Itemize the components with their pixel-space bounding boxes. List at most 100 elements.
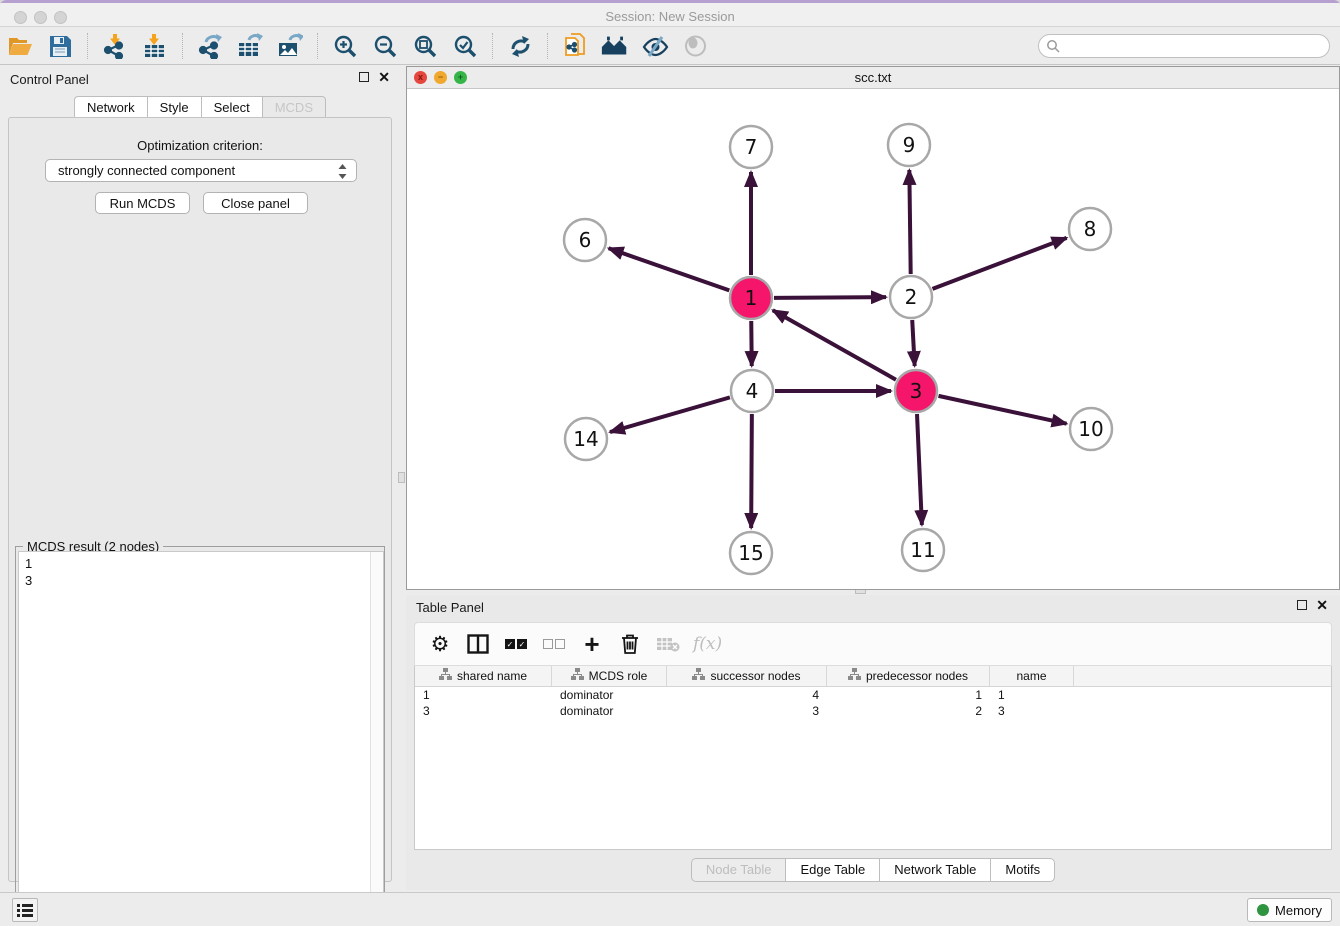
column-label: predecessor nodes bbox=[866, 669, 968, 683]
table-tab-edge-table[interactable]: Edge Table bbox=[785, 858, 879, 882]
graph-node-7[interactable]: 7 bbox=[730, 126, 772, 168]
node-label: 15 bbox=[738, 541, 763, 565]
close-table-panel-icon[interactable]: ✕ bbox=[1316, 600, 1328, 610]
show-columns-icon[interactable] bbox=[465, 631, 491, 657]
delete-rows-icon[interactable] bbox=[617, 631, 643, 657]
import-network-icon[interactable] bbox=[100, 32, 130, 60]
graph-node-15[interactable]: 15 bbox=[730, 532, 772, 574]
table-cell[interactable]: 1 bbox=[990, 687, 1074, 703]
table-tab-network-table[interactable]: Network Table bbox=[879, 858, 990, 882]
table-cell[interactable]: dominator bbox=[552, 703, 667, 719]
select-all-icon[interactable]: ✓✓ bbox=[503, 631, 529, 657]
table-row[interactable]: 3dominator323 bbox=[415, 703, 1331, 719]
column-label: MCDS role bbox=[589, 669, 648, 683]
edge-2-9[interactable] bbox=[909, 170, 910, 274]
column-header-name[interactable]: name bbox=[990, 666, 1074, 686]
memory-button[interactable]: Memory bbox=[1247, 898, 1332, 922]
clone-network-icon[interactable] bbox=[560, 32, 590, 60]
apply-layout-icon[interactable] bbox=[505, 32, 535, 60]
save-session-icon[interactable] bbox=[45, 32, 75, 60]
table-cell[interactable]: 1 bbox=[827, 687, 990, 703]
float-panel-icon[interactable] bbox=[359, 72, 369, 82]
toolbar-separator bbox=[492, 33, 493, 59]
table-cell[interactable]: dominator bbox=[552, 687, 667, 703]
zoom-out-icon[interactable] bbox=[370, 32, 400, 60]
zoom-selected-icon[interactable] bbox=[450, 32, 480, 60]
float-table-panel-icon[interactable] bbox=[1297, 600, 1307, 610]
hide-selected-icon[interactable] bbox=[640, 32, 670, 60]
toolbar-separator bbox=[547, 33, 548, 59]
edge-2-3[interactable] bbox=[912, 320, 914, 366]
table-cell[interactable]: 4 bbox=[667, 687, 827, 703]
table-row[interactable]: 1dominator411 bbox=[415, 687, 1331, 703]
delete-table-icon bbox=[655, 631, 681, 657]
control-panel: Control Panel ✕ NetworkStyleSelectMCDS O… bbox=[0, 66, 400, 891]
zoom-in-icon[interactable] bbox=[330, 32, 360, 60]
zoom-fit-icon[interactable] bbox=[410, 32, 440, 60]
column-header-predecessor-nodes[interactable]: predecessor nodes bbox=[827, 666, 990, 686]
table-cell[interactable]: 2 bbox=[827, 703, 990, 719]
import-table-icon[interactable] bbox=[140, 32, 170, 60]
column-header-shared-name[interactable]: shared name bbox=[415, 666, 552, 686]
edge-3-1[interactable] bbox=[773, 310, 896, 379]
open-file-icon[interactable] bbox=[5, 32, 35, 60]
export-table-icon[interactable] bbox=[235, 32, 265, 60]
edge-1-6[interactable] bbox=[609, 248, 730, 290]
deselect-all-icon[interactable] bbox=[541, 631, 567, 657]
export-network-icon[interactable] bbox=[195, 32, 225, 60]
graph-node-1[interactable]: 1 bbox=[730, 277, 772, 319]
close-panel-button[interactable]: Close panel bbox=[203, 192, 308, 214]
edge-4-15[interactable] bbox=[751, 414, 752, 528]
run-mcds-button[interactable]: Run MCDS bbox=[95, 192, 190, 214]
close-panel-icon[interactable]: ✕ bbox=[378, 72, 390, 82]
hierarchy-icon bbox=[439, 668, 452, 684]
task-history-button[interactable] bbox=[12, 898, 38, 922]
graph-node-4[interactable]: 4 bbox=[731, 370, 773, 412]
column-header-successor-nodes[interactable]: successor nodes bbox=[667, 666, 827, 686]
node-label: 10 bbox=[1078, 417, 1103, 441]
table-cell[interactable]: 1 bbox=[415, 687, 552, 703]
edge-3-11[interactable] bbox=[917, 414, 922, 525]
mcds-result-textarea[interactable]: 1 3 bbox=[18, 551, 384, 919]
node-label: 6 bbox=[579, 228, 592, 252]
network-canvas[interactable]: 7 9 6 8 1 2 4 3 14 10 15 11 bbox=[407, 89, 1339, 589]
graph-node-10[interactable]: 10 bbox=[1070, 408, 1112, 450]
edge-1-2[interactable] bbox=[774, 297, 886, 298]
show-hidden-icon[interactable] bbox=[680, 32, 710, 60]
table-cell[interactable]: 3 bbox=[990, 703, 1074, 719]
search-input[interactable] bbox=[1038, 34, 1330, 58]
optimization-criterion-select[interactable]: strongly connected component bbox=[45, 159, 357, 182]
graph-node-6[interactable]: 6 bbox=[564, 219, 606, 261]
show-all-icon[interactable] bbox=[600, 32, 630, 60]
network-view-window: x − + scc.txt 7968124314101511 bbox=[406, 66, 1340, 590]
vertical-splitter-handle[interactable] bbox=[398, 472, 405, 483]
column-header-MCDS-role[interactable]: MCDS role bbox=[552, 666, 667, 686]
graph-node-11[interactable]: 11 bbox=[902, 529, 944, 571]
table-panel-header: Table Panel ✕ bbox=[406, 595, 1340, 621]
edge-4-14[interactable] bbox=[610, 397, 730, 432]
toolbar-separator bbox=[87, 33, 88, 59]
result-scrollbar[interactable] bbox=[370, 552, 383, 918]
node-table[interactable]: shared name MCDS role successor nodes prede… bbox=[414, 666, 1332, 850]
edge-2-8[interactable] bbox=[933, 238, 1067, 289]
graph-node-14[interactable]: 14 bbox=[565, 418, 607, 460]
table-tab-node-table[interactable]: Node Table bbox=[691, 858, 786, 882]
table-settings-icon[interactable]: ⚙ bbox=[427, 631, 453, 657]
export-image-icon[interactable] bbox=[275, 32, 305, 60]
graph-node-9[interactable]: 9 bbox=[888, 124, 930, 166]
node-label: 8 bbox=[1084, 217, 1097, 241]
hierarchy-icon bbox=[692, 668, 705, 684]
graph-node-2[interactable]: 2 bbox=[890, 276, 932, 318]
select-chevrons-icon bbox=[337, 163, 348, 183]
graph-node-8[interactable]: 8 bbox=[1069, 208, 1111, 250]
graph-node-3[interactable]: 3 bbox=[895, 370, 937, 412]
window-title: Session: New Session bbox=[0, 9, 1340, 24]
edge-3-10[interactable] bbox=[938, 396, 1066, 424]
toolbar-separator bbox=[182, 33, 183, 59]
add-row-icon[interactable]: + bbox=[579, 631, 605, 657]
node-label: 4 bbox=[746, 379, 759, 403]
table-cell[interactable]: 3 bbox=[667, 703, 827, 719]
table-tab-motifs[interactable]: Motifs bbox=[990, 858, 1055, 882]
table-cell[interactable]: 3 bbox=[415, 703, 552, 719]
table-panel-title: Table Panel bbox=[416, 600, 484, 615]
